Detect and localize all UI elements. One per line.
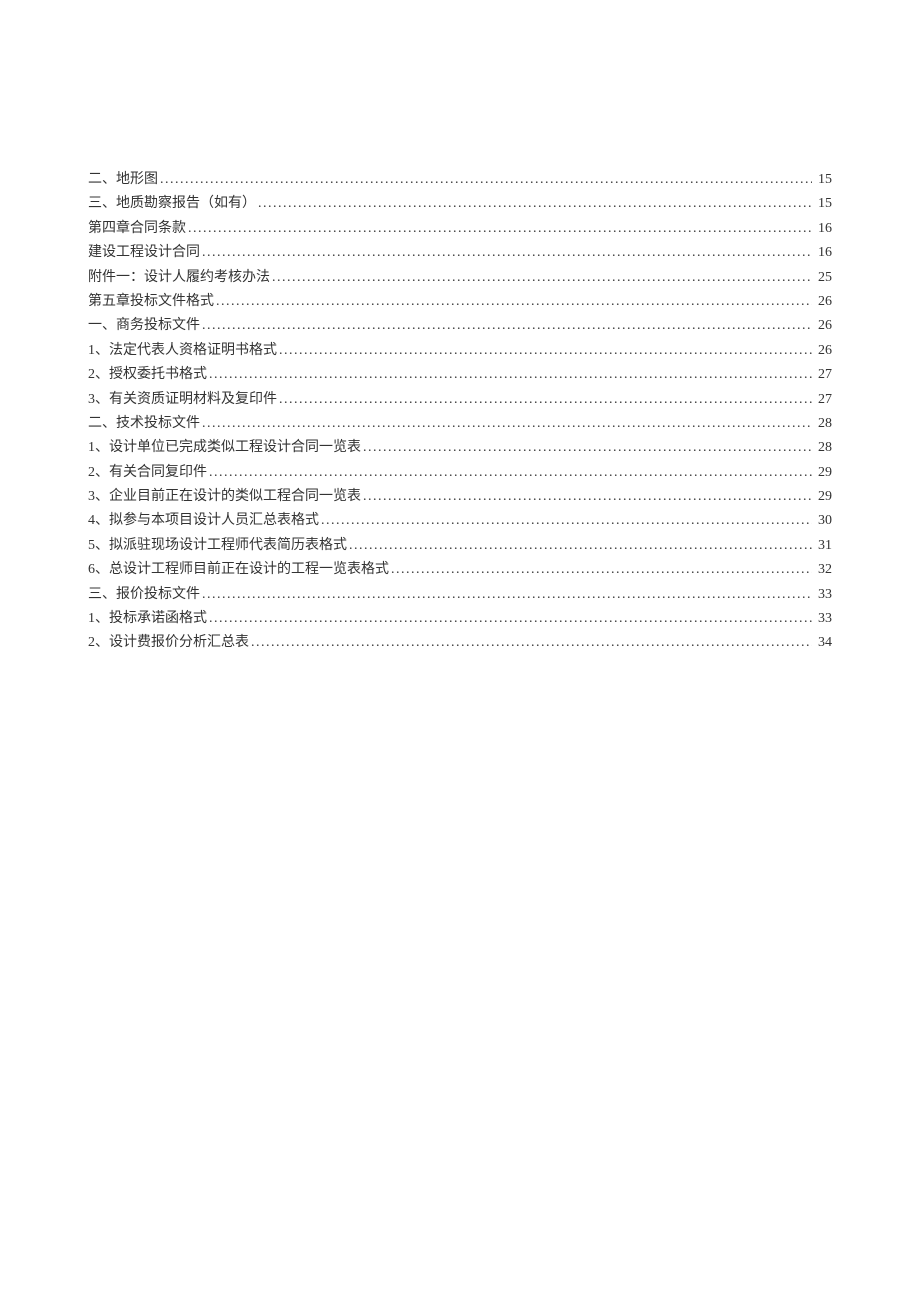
toc-page: 16 [812, 241, 832, 265]
toc-entry: 1、设计单位已完成类似工程设计合同一览表 28 [88, 436, 832, 460]
toc-page: 25 [812, 266, 832, 290]
toc-page: 28 [812, 412, 832, 436]
toc-page: 15 [812, 192, 832, 216]
toc-entry: 第五章投标文件格式 26 [88, 290, 832, 314]
toc-label: 5、拟派驻现场设计工程师代表简历表格式 [88, 534, 347, 558]
toc-entry: 一、商务投标文件 26 [88, 314, 832, 338]
toc-leader [256, 192, 812, 216]
toc-page: 29 [812, 485, 832, 509]
toc-leader [249, 631, 812, 655]
toc-page: 27 [812, 363, 832, 387]
toc-label: 3、企业目前正在设计的类似工程合同一览表 [88, 485, 361, 509]
toc-leader [200, 241, 812, 265]
toc-label: 1、投标承诺函格式 [88, 607, 207, 631]
toc-leader [207, 363, 812, 387]
toc-entry: 4、拟参与本项目设计人员汇总表格式 30 [88, 509, 832, 533]
toc-entry: 1、法定代表人资格证明书格式 26 [88, 339, 832, 363]
toc-entry: 6、总设计工程师目前正在设计的工程一览表格式 32 [88, 558, 832, 582]
toc-entry: 建设工程设计合同 16 [88, 241, 832, 265]
toc-page: 15 [812, 168, 832, 192]
toc-entry: 1、投标承诺函格式 33 [88, 607, 832, 631]
toc-entry: 三、地质勘察报告（如有） 15 [88, 192, 832, 216]
toc-label: 2、授权委托书格式 [88, 363, 207, 387]
toc-page: 16 [812, 217, 832, 241]
toc-label: 6、总设计工程师目前正在设计的工程一览表格式 [88, 558, 389, 582]
toc-page: 29 [812, 461, 832, 485]
toc-leader [347, 534, 812, 558]
toc-leader [361, 436, 812, 460]
toc-page: 26 [812, 314, 832, 338]
toc-label: 建设工程设计合同 [88, 241, 200, 265]
toc-leader [158, 168, 812, 192]
toc-label: 第四章合同条款 [88, 217, 186, 241]
toc-leader [277, 339, 812, 363]
toc-entry: 2、设计费报价分析汇总表 34 [88, 631, 832, 655]
table-of-contents: 二、地形图 15 三、地质勘察报告（如有） 15 第四章合同条款 16 建设工程设计合… [88, 168, 832, 656]
toc-leader [200, 412, 812, 436]
toc-label: 二、地形图 [88, 168, 158, 192]
toc-page: 27 [812, 388, 832, 412]
toc-label: 2、设计费报价分析汇总表 [88, 631, 249, 655]
toc-leader [200, 314, 812, 338]
toc-leader [277, 388, 812, 412]
toc-leader [270, 266, 812, 290]
toc-leader [214, 290, 812, 314]
toc-entry: 二、技术投标文件 28 [88, 412, 832, 436]
toc-label: 1、设计单位已完成类似工程设计合同一览表 [88, 436, 361, 460]
toc-page: 26 [812, 339, 832, 363]
toc-entry: 三、报价投标文件 33 [88, 583, 832, 607]
toc-label: 一、商务投标文件 [88, 314, 200, 338]
toc-entry: 附件一：设计人履约考核办法 25 [88, 266, 832, 290]
toc-label: 附件一：设计人履约考核办法 [88, 266, 270, 290]
toc-entry: 2、有关合同复印件 29 [88, 461, 832, 485]
toc-entry: 3、有关资质证明材料及复印件 27 [88, 388, 832, 412]
toc-leader [389, 558, 812, 582]
toc-label: 2、有关合同复印件 [88, 461, 207, 485]
toc-entry: 3、企业目前正在设计的类似工程合同一览表 29 [88, 485, 832, 509]
toc-page: 33 [812, 607, 832, 631]
toc-page: 33 [812, 583, 832, 607]
toc-page: 31 [812, 534, 832, 558]
toc-page: 28 [812, 436, 832, 460]
toc-label: 三、报价投标文件 [88, 583, 200, 607]
toc-entry: 5、拟派驻现场设计工程师代表简历表格式 31 [88, 534, 832, 558]
toc-leader [361, 485, 812, 509]
toc-label: 三、地质勘察报告（如有） [88, 192, 256, 216]
toc-leader [319, 509, 812, 533]
toc-page: 30 [812, 509, 832, 533]
toc-label: 3、有关资质证明材料及复印件 [88, 388, 277, 412]
toc-label: 二、技术投标文件 [88, 412, 200, 436]
toc-leader [200, 583, 812, 607]
toc-page: 34 [812, 631, 832, 655]
toc-leader [207, 461, 812, 485]
toc-page: 26 [812, 290, 832, 314]
toc-label: 4、拟参与本项目设计人员汇总表格式 [88, 509, 319, 533]
toc-entry: 2、授权委托书格式 27 [88, 363, 832, 387]
toc-entry: 二、地形图 15 [88, 168, 832, 192]
toc-label: 第五章投标文件格式 [88, 290, 214, 314]
toc-leader [186, 217, 812, 241]
toc-leader [207, 607, 812, 631]
toc-label: 1、法定代表人资格证明书格式 [88, 339, 277, 363]
toc-entry: 第四章合同条款 16 [88, 217, 832, 241]
toc-page: 32 [812, 558, 832, 582]
